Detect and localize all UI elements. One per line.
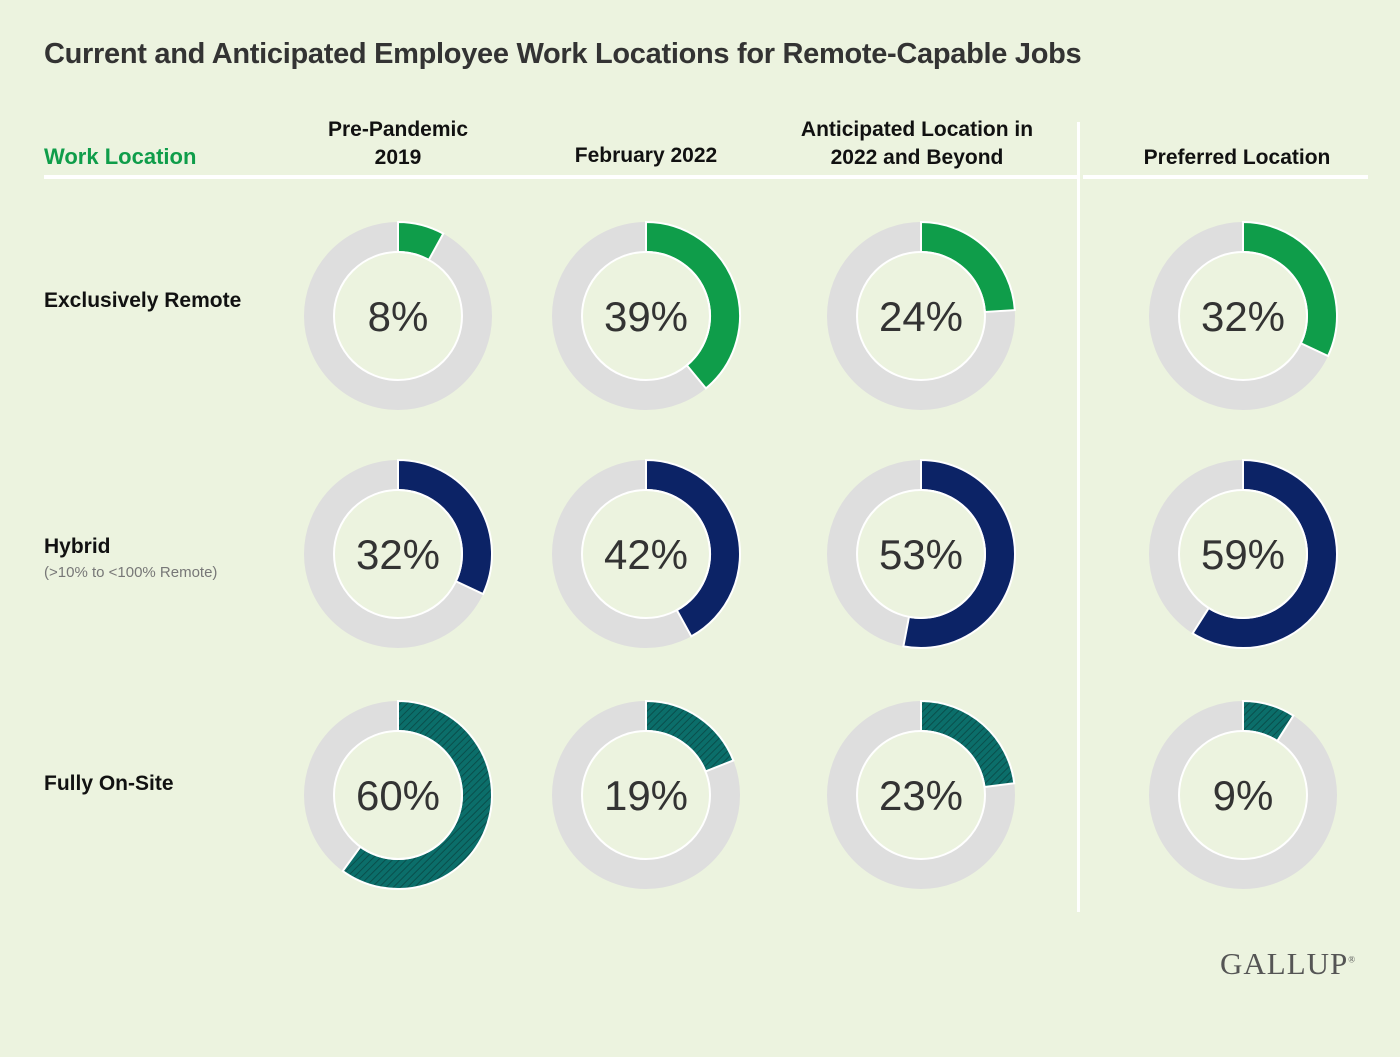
donut-exclusively-remote-2: 24% [827, 220, 1016, 410]
donut-value-label: 53% [879, 531, 963, 578]
donut-exclusively-remote-3: 32% [1149, 220, 1338, 410]
donut-value-label: 32% [1201, 293, 1285, 340]
donut-fully-on-site-2: 23% [827, 699, 1016, 889]
donut-value-label: 24% [879, 293, 963, 340]
donut-value-label: 23% [879, 772, 963, 819]
donut-hybrid-1: 42% [552, 458, 741, 648]
donut-value-label: 32% [356, 531, 440, 578]
donut-value-label: 59% [1201, 531, 1285, 578]
donut-value-label: 60% [356, 772, 440, 819]
donut-value-label: 42% [604, 531, 688, 578]
donut-value-label: 39% [604, 293, 688, 340]
donut-fully-on-site-0: 60% [304, 699, 493, 890]
donut-fully-on-site-3: 9% [1149, 699, 1337, 889]
donut-grid: 8% 39% 24% 32% 32% 42% 53% 59% 60% 19% 23% 9% [304, 220, 1338, 890]
donut-exclusively-remote-0: 8% [304, 220, 492, 410]
donut-fully-on-site-1: 19% [552, 699, 740, 889]
donut-hybrid-3: 59% [1149, 458, 1338, 649]
gallup-logo: GALLUP® [1220, 946, 1356, 982]
logo-mark: ® [1348, 954, 1357, 965]
donut-segment [645, 699, 735, 773]
donut-value-label: 19% [604, 772, 688, 819]
donut-value-label: 9% [1213, 772, 1274, 819]
donut-hybrid-2: 53% [827, 458, 1016, 649]
donut-hybrid-0: 32% [304, 458, 493, 648]
donut-exclusively-remote-1: 39% [552, 220, 741, 410]
logo-text: GALLUP [1220, 946, 1349, 981]
donut-value-label: 8% [368, 293, 429, 340]
